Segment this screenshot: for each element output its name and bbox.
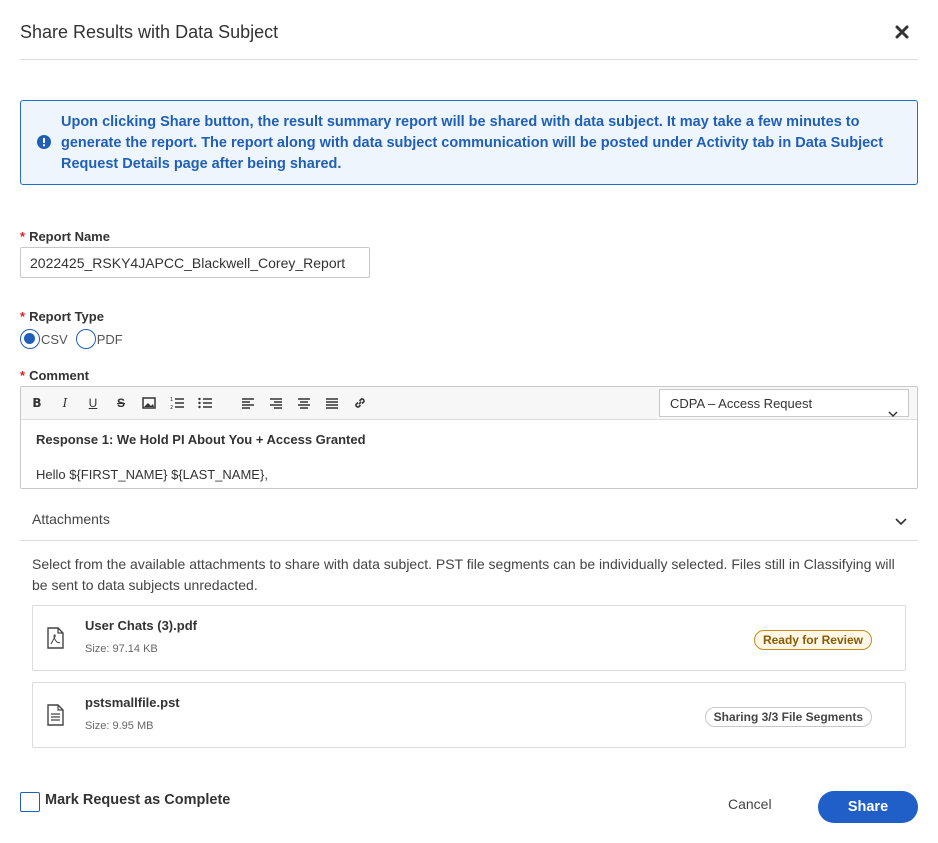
comment-label: * Comment [20,368,90,383]
status-badge: Ready for Review [753,630,872,650]
editor-greeting: Hello ${FIRST_NAME} ${LAST_NAME}, [36,467,268,482]
csv-radio-label: CSV [41,331,68,347]
info-banner: Upon clicking Share button, the result s… [20,100,918,185]
required-marker: * [20,309,26,324]
info-banner-message: Upon clicking Share button, the result s… [61,114,884,172]
italic-icon[interactable]: I [57,395,73,411]
ordered-list-icon[interactable]: 12 [169,395,185,411]
chevron-down-icon[interactable] [894,514,908,526]
required-marker: * [20,229,26,244]
report-type-label: * Report Type [20,309,104,324]
attachment-size: Size: 9.95 MB [85,720,154,732]
align-justify-icon[interactable] [324,395,340,411]
document-file-icon [45,704,65,726]
attachments-title: Attachments [32,511,110,527]
align-center-icon[interactable] [296,395,312,411]
report-name-input[interactable] [20,247,370,278]
status-badge: Sharing 3/3 File Segments [704,707,872,727]
required-marker: * [20,368,26,383]
report-type-radio-group: CSV PDF [20,329,131,349]
attachments-description: Select from the available attachments to… [32,556,895,593]
share-button[interactable]: Share [818,791,918,823]
attachment-size: Size: 97.14 KB [85,643,158,655]
svg-text:1: 1 [170,397,173,403]
editor-content[interactable]: Response 1: We Hold PI About You + Acces… [21,420,917,494]
chevron-down-icon [888,400,898,418]
comment-editor: B I U S 12 CDPA – Access Request Respons… [20,386,918,489]
pdf-radio[interactable] [75,329,96,349]
link-icon[interactable] [352,395,368,411]
strikethrough-icon[interactable]: S [113,395,129,411]
report-name-label: * Report Name [20,229,110,244]
attachment-name: pstsmallfile.pst [85,695,180,710]
image-icon[interactable] [141,395,157,411]
svg-text:2: 2 [170,405,173,411]
pdf-file-icon [45,627,65,649]
unordered-list-icon[interactable] [197,395,213,411]
editor-response-heading: Response 1: We Hold PI About You + Acces… [36,432,366,447]
align-right-icon[interactable] [268,395,284,411]
attachment-item[interactable]: User Chats (3).pdf Size: 97.14 KB Ready … [32,605,906,671]
editor-toolbar: B I U S 12 CDPA – Access Request [21,387,917,420]
bold-icon[interactable]: B [29,395,45,411]
underline-icon[interactable]: U [85,395,101,411]
pdf-radio-label: PDF [96,331,123,347]
template-select[interactable]: CDPA – Access Request [659,389,909,418]
dialog-header: Share Results with Data Subject [20,0,918,60]
cancel-button[interactable]: Cancel [728,796,772,812]
dialog-title: Share Results with Data Subject [20,22,279,42]
close-icon[interactable] [894,24,910,40]
attachment-item[interactable]: pstsmallfile.pst Size: 9.95 MB Sharing 3… [32,682,906,748]
info-icon [37,135,51,149]
attachment-name: User Chats (3).pdf [85,618,197,633]
align-left-icon[interactable] [240,395,256,411]
attachments-section-header[interactable]: Attachments [20,504,918,541]
mark-complete-checkbox[interactable] [20,792,40,812]
mark-complete-label: Mark Request as Complete [45,792,231,808]
csv-radio[interactable] [20,329,40,349]
template-select-value: CDPA – Access Request [670,396,813,411]
